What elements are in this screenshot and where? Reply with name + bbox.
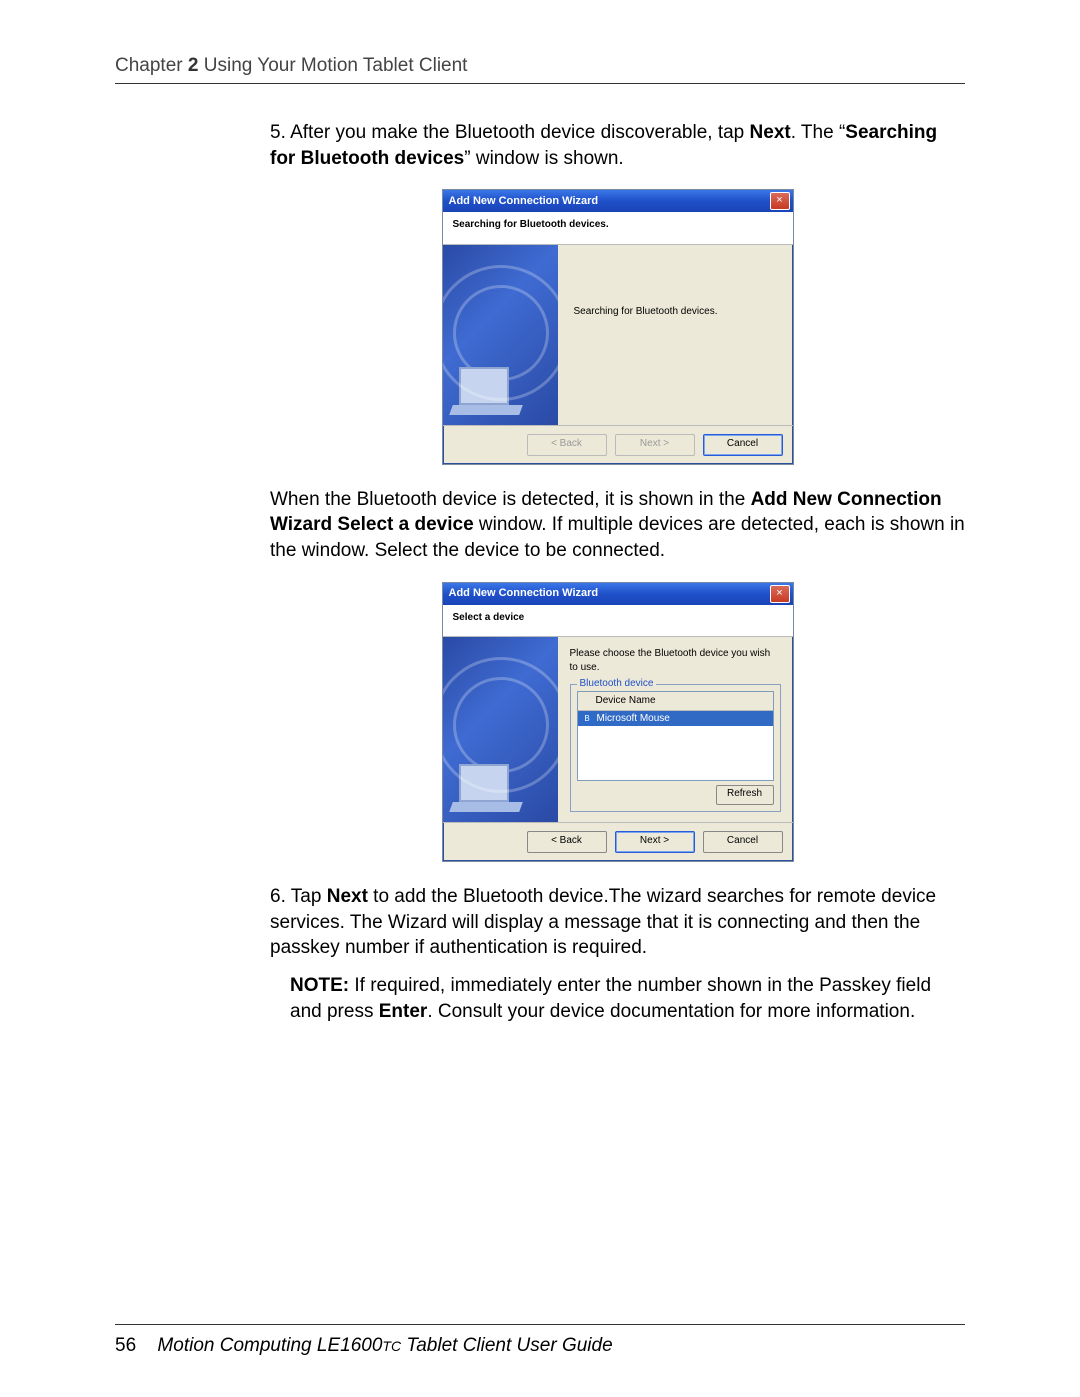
wizard1-titlebar[interactable]: Add New Connection Wizard × [443, 190, 793, 212]
step-5-text-a: After you make the Bluetooth device disc… [290, 122, 749, 143]
step-6: 6. Tap Next to add the Bluetooth device.… [270, 884, 965, 961]
wizard2-titlebar[interactable]: Add New Connection Wizard × [443, 583, 793, 605]
back-button: < Back [527, 434, 607, 456]
wizard1-title: Add New Connection Wizard [449, 194, 599, 209]
mid-a: When the Bluetooth device is detected, i… [270, 489, 751, 510]
laptop-icon [451, 367, 521, 415]
step-6-a: Tap [291, 886, 327, 907]
step-5-number: 5. [270, 122, 286, 143]
step-5-text-b: . The “ [791, 122, 846, 143]
step-6-b: to add the Bluetooth device.The wizard s… [270, 886, 936, 958]
cancel-button[interactable]: Cancel [703, 434, 783, 456]
group-legend: Bluetooth device [577, 677, 657, 691]
step-5: 5. After you make the Bluetooth device d… [270, 120, 965, 171]
footer-tc: TC [382, 1338, 401, 1354]
device-row-label: Microsoft Mouse [597, 712, 670, 726]
chapter-label: Chapter [115, 55, 183, 76]
wizard2-instruction: Please choose the Bluetooth device you w… [570, 647, 781, 674]
step-5-next: Next [750, 122, 791, 143]
wizard2-header: Select a device [443, 605, 793, 638]
wizard-select-device-window: Add New Connection Wizard × Select a dev… [442, 582, 794, 863]
cancel-button[interactable]: Cancel [703, 831, 783, 853]
bluetooth-icon: B [582, 713, 593, 724]
chapter-heading: Chapter 2 Using Your Motion Tablet Clien… [115, 55, 965, 84]
next-button[interactable]: Next > [615, 831, 695, 853]
device-row-selected[interactable]: B Microsoft Mouse [578, 711, 773, 727]
wizard2-title: Add New Connection Wizard [449, 586, 599, 601]
wizard-searching-window: Add New Connection Wizard × Searching fo… [442, 189, 794, 465]
close-icon[interactable]: × [770, 585, 790, 603]
page-footer: 56 Motion Computing LE1600TC Tablet Clie… [115, 1324, 965, 1357]
device-list[interactable]: Device Name B Microsoft Mouse [577, 691, 774, 781]
close-icon[interactable]: × [770, 192, 790, 210]
step-5-text-c: ” window is shown. [464, 148, 623, 169]
mid-paragraph: When the Bluetooth device is detected, i… [270, 487, 965, 564]
note-block: NOTE: If required, immediately enter the… [290, 973, 965, 1024]
back-button[interactable]: < Back [527, 831, 607, 853]
wizard1-header: Searching for Bluetooth devices. [443, 212, 793, 245]
chapter-title: Using Your Motion Tablet Client [204, 55, 468, 76]
wizard1-side-graphic [443, 245, 558, 425]
step-6-number: 6. [270, 886, 286, 907]
refresh-button[interactable]: Refresh [716, 785, 774, 805]
laptop-icon [451, 764, 521, 812]
note-enter: Enter [379, 1001, 428, 1022]
device-name-column[interactable]: Device Name [578, 692, 773, 711]
note-b: . Consult your device documentation for … [427, 1001, 915, 1022]
note-label: NOTE: [290, 975, 349, 996]
wizard2-side-graphic [443, 637, 558, 822]
bluetooth-device-group: Bluetooth device Device Name B Microsoft… [570, 684, 781, 812]
footer-b: Tablet Client User Guide [401, 1335, 613, 1356]
chapter-number: 2 [188, 55, 199, 76]
page-number: 56 [115, 1335, 136, 1356]
footer-a: Motion Computing LE1600 [157, 1335, 382, 1356]
wizard1-status-text: Searching for Bluetooth devices. [574, 305, 781, 319]
next-button: Next > [615, 434, 695, 456]
step-6-next: Next [327, 886, 368, 907]
